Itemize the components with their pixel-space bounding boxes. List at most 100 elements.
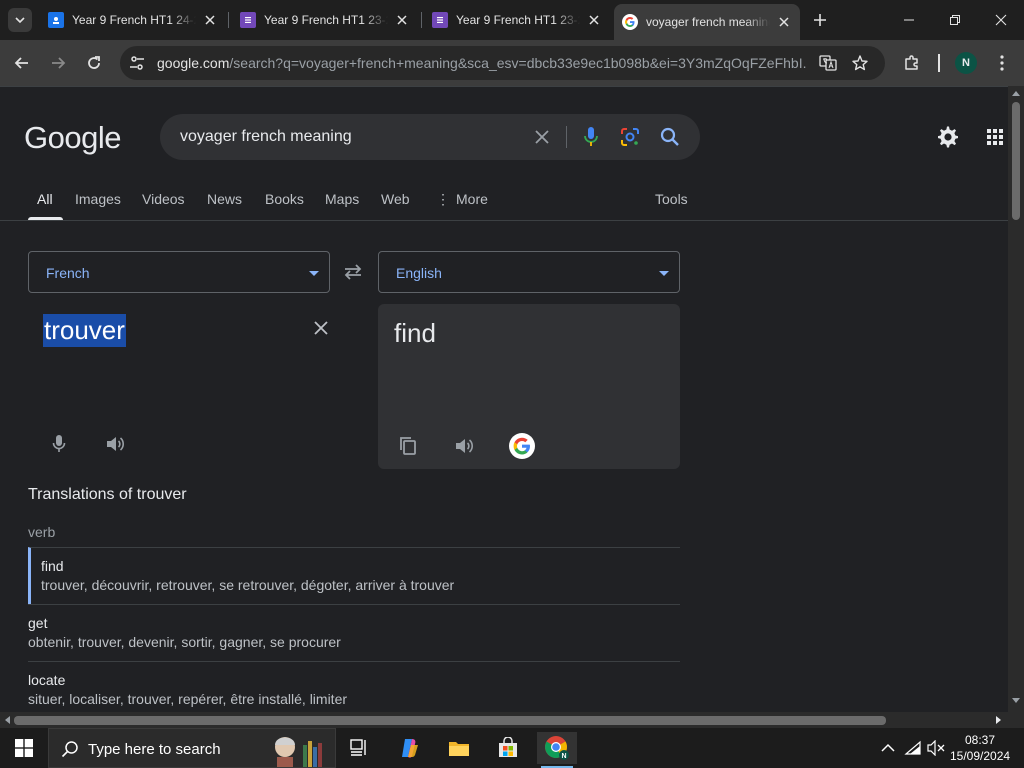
file-explorer-button[interactable]: [439, 732, 479, 764]
close-icon[interactable]: [586, 12, 602, 28]
scroll-up-arrow-icon[interactable]: [1012, 90, 1020, 96]
search-input[interactable]: voyager french meaning: [180, 128, 352, 146]
task-view-button[interactable]: [340, 732, 380, 764]
horizontal-scroll-thumb[interactable]: [14, 716, 886, 725]
close-icon[interactable]: [394, 12, 410, 28]
windows-taskbar: Type here to search N 08:37 15/09/2024: [0, 728, 1024, 768]
translation-row[interactable]: find trouver, découvrir, retrouver, se r…: [28, 547, 680, 604]
translation-word: get: [28, 615, 48, 631]
clear-search-icon[interactable]: [530, 125, 554, 149]
microsoft-store-button[interactable]: [488, 732, 528, 764]
copilot-button[interactable]: [390, 732, 430, 764]
active-tab-indicator: [28, 217, 63, 220]
url-text[interactable]: google.com/search?q=voyager+french+meani…: [157, 55, 807, 71]
wifi-icon: [904, 740, 921, 755]
voice-input-button[interactable]: [47, 432, 71, 456]
tab-active[interactable]: voyager french meaning: [614, 4, 800, 40]
minimize-button[interactable]: [886, 0, 932, 40]
search-icon[interactable]: [658, 125, 682, 149]
dropdown-caret-icon: [309, 271, 319, 276]
listen-translation-button[interactable]: [452, 434, 476, 458]
translation-row[interactable]: locate situer, localiser, trouver, repér…: [28, 661, 680, 712]
arrow-left-icon: [14, 57, 28, 69]
translation-word: locate: [28, 672, 66, 688]
tab-3[interactable]: Year 9 French HT1 23-24: [424, 6, 610, 34]
part-of-speech-label: verb: [28, 524, 56, 540]
tab-more-label: More: [456, 191, 488, 207]
speaker-muted-icon: [927, 740, 945, 756]
tab-tools[interactable]: Tools: [655, 191, 688, 207]
close-icon[interactable]: [202, 12, 218, 28]
search-box[interactable]: voyager french meaning: [160, 114, 700, 160]
chrome-menu-button[interactable]: [988, 49, 1016, 77]
tab-1[interactable]: Year 9 French HT1 24-25: [40, 6, 226, 34]
target-language-select[interactable]: English: [378, 251, 680, 293]
tab-2[interactable]: Year 9 French HT1 23-24: [232, 6, 418, 34]
extensions-button[interactable]: [898, 49, 926, 77]
scroll-down-arrow-icon[interactable]: [1012, 698, 1020, 704]
taskbar-clock[interactable]: 08:37 15/09/2024: [950, 732, 1010, 764]
more-vert-icon: ⋮: [436, 191, 450, 207]
vertical-scrollbar[interactable]: [1008, 86, 1024, 712]
copy-translation-button[interactable]: [396, 434, 420, 458]
minimize-icon: [904, 19, 914, 21]
horizontal-scrollbar[interactable]: [0, 712, 1008, 728]
source-language-label: French: [46, 265, 90, 281]
tab-all[interactable]: All: [37, 191, 53, 207]
chevron-up-icon: [881, 743, 895, 752]
start-button[interactable]: [0, 728, 48, 768]
tab-search-button[interactable]: [8, 8, 32, 32]
source-text-input[interactable]: trouver: [43, 314, 126, 347]
listen-source-button[interactable]: [103, 432, 127, 456]
bookmark-star-icon[interactable]: [851, 54, 869, 77]
vertical-scroll-thumb[interactable]: [1012, 102, 1020, 220]
microphone-icon[interactable]: [579, 125, 603, 149]
tab-images[interactable]: Images: [75, 191, 121, 207]
google-icon: [622, 14, 638, 30]
tab-separator: [228, 12, 229, 28]
back-button[interactable]: [8, 49, 36, 77]
google-forms-icon: [240, 12, 256, 28]
tab-more[interactable]: ⋮ More: [436, 191, 488, 208]
tab-books[interactable]: Books: [265, 191, 304, 207]
google-logo[interactable]: Google: [24, 120, 121, 156]
site-info-icon[interactable]: [128, 54, 146, 77]
google-lens-icon[interactable]: [618, 125, 642, 149]
tab-web[interactable]: Web: [381, 191, 410, 207]
tab-maps[interactable]: Maps: [325, 191, 359, 207]
tab-videos[interactable]: Videos: [142, 191, 185, 207]
clear-source-button[interactable]: [308, 315, 334, 341]
forward-button[interactable]: [44, 49, 72, 77]
target-language-label: English: [396, 265, 442, 281]
search-divider: [566, 126, 567, 148]
show-hidden-icons-button[interactable]: [878, 738, 898, 758]
swap-languages-button[interactable]: [341, 261, 365, 283]
new-tab-button[interactable]: [808, 8, 832, 32]
scroll-left-arrow-icon[interactable]: [4, 716, 10, 724]
settings-gear-icon[interactable]: [935, 124, 961, 150]
taskbar-search-box[interactable]: Type here to search: [48, 728, 336, 768]
close-icon[interactable]: [776, 14, 792, 30]
arrow-right-icon: [52, 57, 66, 69]
translate-icon[interactable]: [819, 54, 837, 77]
translation-synonyms: obtenir, trouver, devenir, sortir, gagne…: [28, 634, 341, 650]
close-window-button[interactable]: [978, 0, 1024, 40]
open-google-translate-button[interactable]: [508, 432, 536, 460]
scroll-right-arrow-icon[interactable]: [996, 716, 1002, 724]
url-host: google.com: [157, 55, 230, 71]
translation-synonyms: trouver, découvrir, retrouver, se retrou…: [41, 577, 455, 593]
profile-avatar[interactable]: N: [955, 52, 977, 74]
reload-button[interactable]: [80, 49, 108, 77]
store-bag-icon: [499, 737, 517, 757]
tab-news[interactable]: News: [207, 191, 242, 207]
restore-button[interactable]: [932, 0, 978, 40]
google-apps-grid-icon[interactable]: [982, 124, 1008, 150]
source-language-select[interactable]: French: [28, 251, 330, 293]
volume-button[interactable]: [926, 738, 946, 758]
address-bar[interactable]: google.com/search?q=voyager+french+meani…: [120, 46, 885, 80]
network-status-button[interactable]: [903, 738, 923, 758]
toolbar-divider: [938, 54, 940, 72]
chrome-taskbar-button[interactable]: N: [537, 732, 577, 768]
translation-row[interactable]: get obtenir, trouver, devenir, sortir, g…: [28, 604, 680, 661]
tab-title: Year 9 French HT1 24-25: [72, 13, 196, 27]
